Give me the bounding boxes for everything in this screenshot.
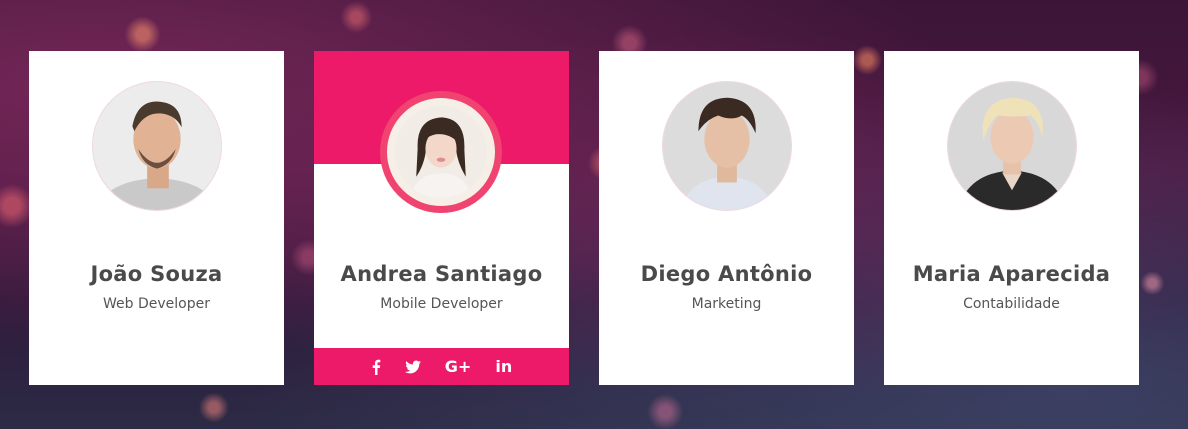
team-card-diego[interactable]: Diego Antônio Marketing [599,51,854,385]
member-name: Andrea Santiago [340,262,543,286]
avatar-joao-image [93,82,221,210]
twitter-icon[interactable] [404,360,421,374]
member-role: Contabilidade [963,296,1060,312]
avatar [947,81,1077,211]
member-role: Mobile Developer [380,296,503,312]
facebook-icon[interactable] [371,359,381,375]
avatar-maria-image [948,82,1076,210]
google-plus-icon[interactable]: G+ [445,357,472,376]
avatar [387,98,495,206]
avatar [92,81,222,211]
member-name: Diego Antônio [640,262,813,286]
member-name: Maria Aparecida [912,262,1111,286]
avatar [662,81,792,211]
member-name: João Souza [90,262,223,286]
team-card-maria[interactable]: Maria Aparecida Contabilidade [884,51,1139,385]
team-card-andrea[interactable]: Andrea Santiago Mobile Developer G+ in [314,51,569,385]
member-role: Marketing [691,296,762,312]
linkedin-icon[interactable]: in [495,357,512,376]
avatar-andrea-image [395,106,487,198]
social-links-bar: G+ in [314,348,569,385]
member-role: Web Developer [103,296,210,312]
team-card-joao[interactable]: João Souza Web Developer [29,51,284,385]
avatar-diego-image [663,82,791,210]
